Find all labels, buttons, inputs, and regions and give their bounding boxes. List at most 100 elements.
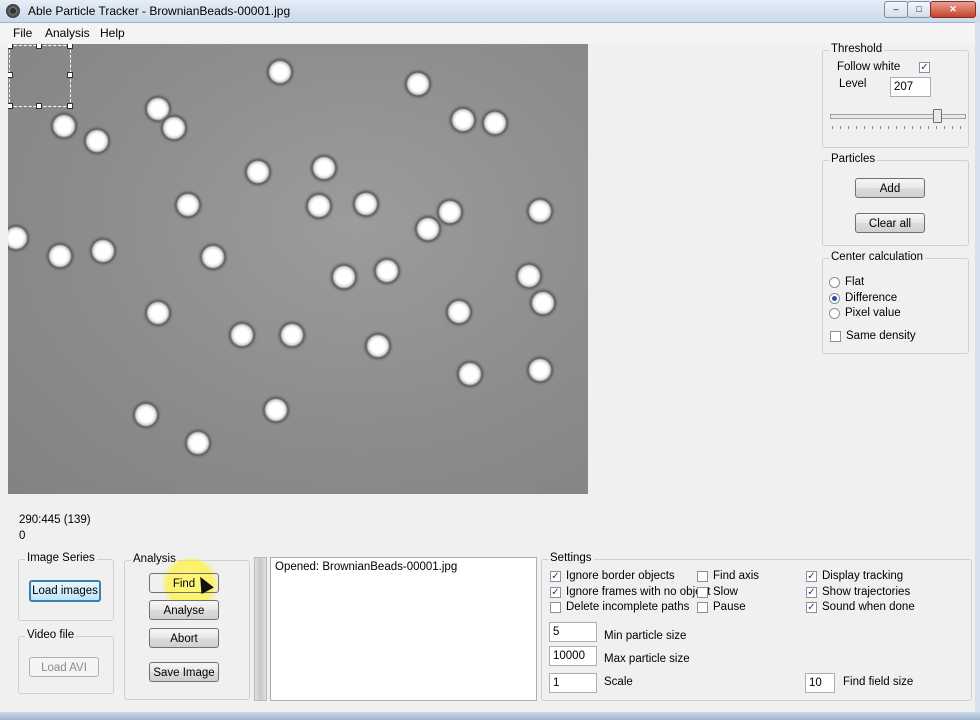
radio-difference-label: Difference <box>845 292 898 304</box>
max-particle-size-input[interactable]: 10000 <box>549 646 597 666</box>
particle-image-view[interactable] <box>8 44 588 494</box>
display-tracking-checkbox[interactable]: ✓ <box>806 571 817 582</box>
bead-particle <box>447 104 479 136</box>
bead-particle <box>524 195 556 227</box>
follow-white-checkbox[interactable]: ✓ <box>919 62 930 73</box>
image-series-title: Image Series <box>25 552 97 564</box>
log-output[interactable]: Opened: BrownianBeads-00001.jpg <box>270 557 537 701</box>
find-axis-label: Find axis <box>713 570 760 582</box>
bead-particle <box>479 107 511 139</box>
bead-particle <box>362 330 394 362</box>
bead-particle <box>242 156 274 188</box>
selection-handle[interactable] <box>36 103 42 109</box>
bead-particle <box>454 358 486 390</box>
delete-incomplete-paths-label: Delete incomplete paths <box>566 601 690 613</box>
sound-when-done-label: Sound when done <box>822 601 915 613</box>
scale-label: Scale <box>604 676 633 688</box>
selection-handle[interactable] <box>67 44 73 49</box>
show-trajectories-checkbox[interactable]: ✓ <box>806 587 817 598</box>
radio-flat-label: Flat <box>845 276 865 288</box>
load-images-button[interactable]: Load images <box>29 580 101 602</box>
bead-layer <box>8 56 559 459</box>
same-density-checkbox[interactable] <box>830 331 841 342</box>
find-field-size-label: Find field size <box>843 676 914 688</box>
min-particle-size-input[interactable]: 5 <box>549 622 597 642</box>
slow-checkbox[interactable] <box>697 587 708 598</box>
radio-flat[interactable] <box>829 277 840 288</box>
bead-particle <box>264 56 296 88</box>
show-trajectories-label: Show trajectories <box>822 586 911 598</box>
abort-button[interactable]: Abort <box>149 628 219 648</box>
bead-particle <box>371 255 403 287</box>
selection-handle[interactable] <box>67 103 73 109</box>
clear-all-button[interactable]: Clear all <box>855 213 925 233</box>
bead-particle <box>443 296 475 328</box>
analyse-button[interactable]: Analyse <box>149 600 219 620</box>
radio-difference[interactable] <box>829 293 840 304</box>
menu-help[interactable]: Help <box>100 26 125 40</box>
sound-when-done-checkbox[interactable]: ✓ <box>806 602 817 613</box>
selection-handle[interactable] <box>36 44 42 49</box>
menu-file[interactable]: File <box>13 26 32 40</box>
bead-particle <box>197 241 229 273</box>
level-label: Level <box>839 78 867 90</box>
bead-particle <box>81 125 113 157</box>
pause-checkbox[interactable] <box>697 602 708 613</box>
bead-particle <box>44 240 76 272</box>
pause-label: Pause <box>713 601 746 613</box>
min-particle-size-label: Min particle size <box>604 630 687 642</box>
bead-particle <box>513 260 545 292</box>
save-image-button[interactable]: Save Image <box>149 662 219 682</box>
maximize-button[interactable]: □ <box>907 1 931 18</box>
ignore-frames-checkbox[interactable]: ✓ <box>550 587 561 598</box>
same-density-label: Same density <box>846 330 916 342</box>
max-particle-size-label: Max particle size <box>604 653 690 665</box>
selection-handle[interactable] <box>8 72 13 78</box>
app-icon <box>6 4 20 18</box>
find-axis-checkbox[interactable] <box>697 571 708 582</box>
bead-particle <box>142 297 174 329</box>
slider-ticks <box>832 126 962 129</box>
threshold-slider-thumb[interactable] <box>933 109 942 123</box>
bead-particle <box>303 190 335 222</box>
menu-bar: File Analysis Help <box>0 23 980 43</box>
radio-pixel-value-label: Pixel value <box>845 307 901 319</box>
video-file-title: Video file <box>25 629 77 641</box>
ignore-border-objects-label: Ignore border objects <box>566 570 675 582</box>
selection-handle[interactable] <box>67 72 73 78</box>
bead-particle <box>87 235 119 267</box>
radio-pixel-value[interactable] <box>829 308 840 319</box>
find-field-size-input[interactable]: 10 <box>805 673 835 693</box>
bead-particle <box>412 213 444 245</box>
threshold-slider-track[interactable] <box>830 114 966 119</box>
bead-particle <box>172 189 204 221</box>
close-button[interactable]: ✕ <box>930 1 976 18</box>
display-tracking-label: Display tracking <box>822 570 904 582</box>
bead-particle <box>328 261 360 293</box>
bead-particle <box>158 112 190 144</box>
selection-rectangle[interactable] <box>9 45 71 107</box>
bead-particle <box>48 110 80 142</box>
selection-handle[interactable] <box>8 44 13 49</box>
ignore-border-objects-checkbox[interactable]: ✓ <box>550 571 561 582</box>
follow-white-label: Follow white <box>837 61 901 73</box>
minimize-button[interactable]: – <box>884 1 908 18</box>
scale-input[interactable]: 1 <box>549 673 597 693</box>
log-line: Opened: BrownianBeads-00001.jpg <box>275 561 458 573</box>
bead-particle <box>130 399 162 431</box>
particles-title: Particles <box>829 153 878 165</box>
window-title: Able Particle Tracker - BrownianBeads-00… <box>28 4 291 18</box>
panel-splitter[interactable] <box>254 557 267 701</box>
bead-particle <box>276 319 308 351</box>
bead-particle <box>182 427 214 459</box>
title-bar: Able Particle Tracker - BrownianBeads-00… <box>0 0 980 23</box>
delete-incomplete-paths-checkbox[interactable] <box>550 602 561 613</box>
bead-particle <box>527 287 559 319</box>
level-input[interactable]: 207 <box>890 77 931 97</box>
load-avi-button[interactable]: Load AVI <box>29 657 99 677</box>
bead-particle <box>402 68 434 100</box>
selection-handle[interactable] <box>8 103 13 109</box>
bead-particle <box>8 222 32 254</box>
menu-analysis[interactable]: Analysis <box>45 26 90 40</box>
add-particle-button[interactable]: Add <box>855 178 925 198</box>
